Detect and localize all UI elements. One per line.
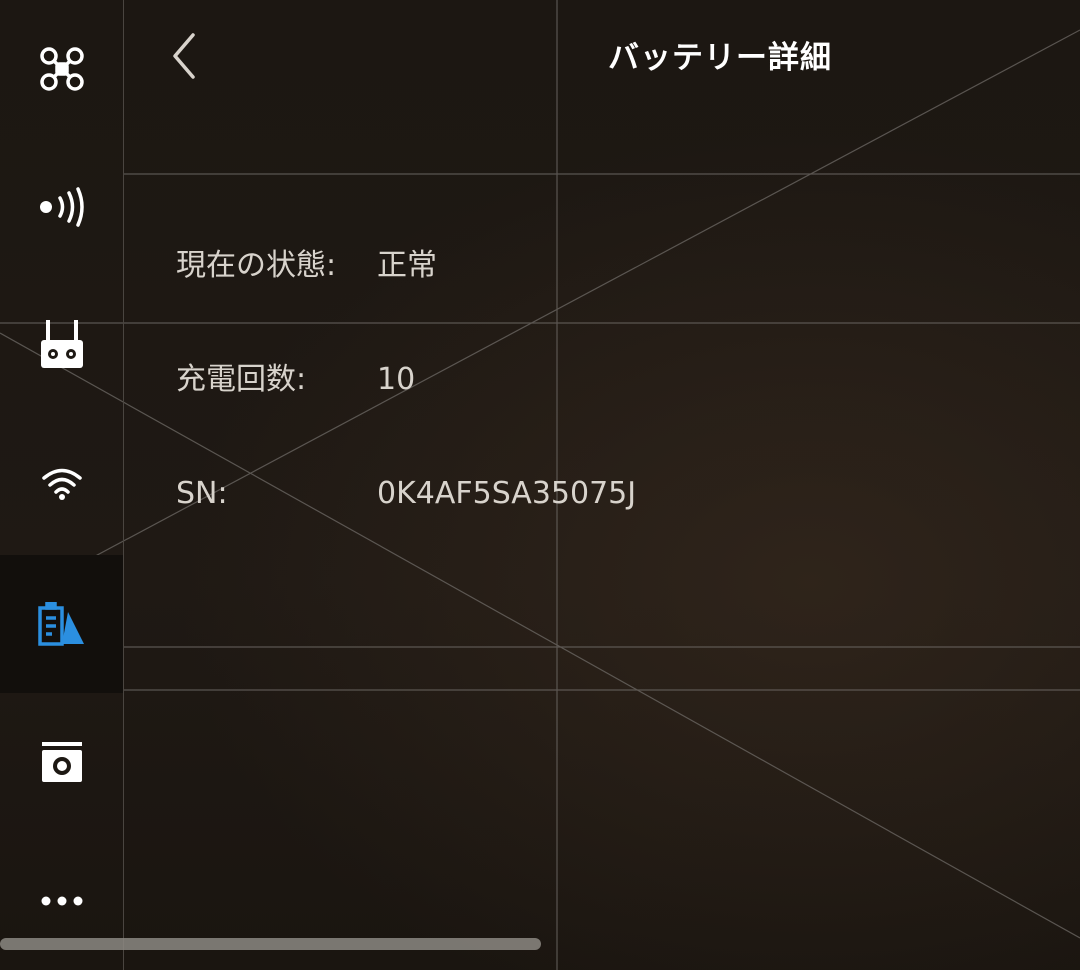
charge-count-value: 10 [377,362,416,397]
sidebar-item-transmission[interactable] [0,414,123,552]
sidebar-item-battery[interactable] [0,555,123,693]
wifi-icon [40,465,84,501]
sidebar-item-remote-controller[interactable] [0,276,123,414]
battery-icon [37,602,86,646]
sidebar-divider [123,0,124,970]
serial-value: 0K4AF5SA35075J [377,476,637,511]
horizontal-scrollbar[interactable] [0,938,541,950]
chevron-left-icon [169,32,199,84]
serial-label: SN: [176,476,228,511]
page-title: バッテリー詳細 [608,40,832,76]
camera-icon [40,740,84,784]
more-dots-icon [40,895,84,907]
signal-broadcast-icon [38,187,86,227]
drone-icon [38,45,86,93]
sidebar-item-sensors[interactable] [0,138,123,276]
status-label: 現在の状態: [176,248,337,283]
sidebar [0,0,123,970]
sidebar-item-camera[interactable] [0,693,123,831]
remote-controller-icon [40,320,84,370]
status-value: 正常 [377,248,437,283]
back-button[interactable] [160,30,208,86]
charge-count-label: 充電回数: [176,362,307,397]
sidebar-item-aircraft[interactable] [0,0,123,138]
